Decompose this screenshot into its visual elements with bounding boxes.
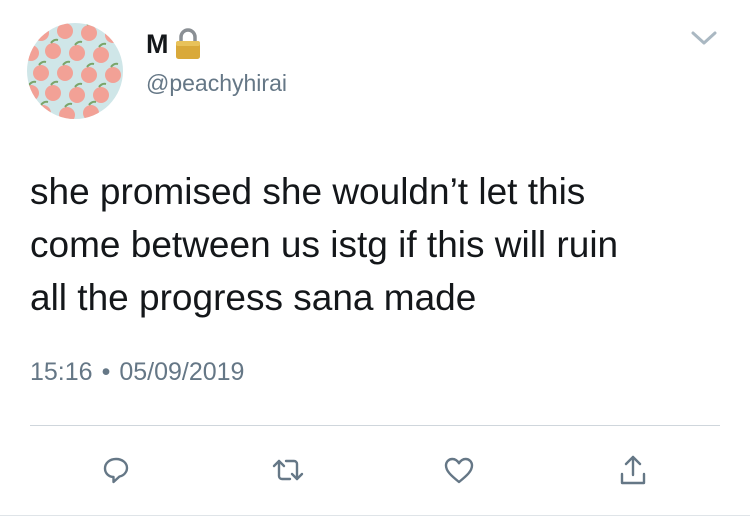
like-button[interactable]	[437, 450, 481, 494]
reply-button[interactable]	[94, 450, 138, 494]
action-bar	[0, 450, 750, 494]
retweet-button[interactable]	[266, 450, 310, 494]
tweet-text: she promised she wouldn’t let this come …	[30, 171, 619, 318]
divider	[30, 425, 720, 426]
tweet-timestamp[interactable]: 15:16 • 05/09/2019	[30, 358, 244, 387]
avatar-image	[27, 23, 123, 119]
retweet-icon	[271, 455, 305, 490]
lock-icon	[173, 27, 203, 61]
user-handle[interactable]: @peachyhirai	[146, 70, 287, 97]
display-name[interactable]: M	[146, 29, 169, 60]
chevron-down-icon[interactable]	[686, 24, 722, 52]
share-button[interactable]	[611, 450, 655, 494]
share-icon	[618, 454, 648, 491]
tweet-date: 05/09/2019	[119, 358, 245, 386]
separator-dot: •	[101, 358, 111, 386]
tweet-time: 15:16	[30, 358, 93, 386]
reply-icon	[101, 455, 131, 490]
bottom-border	[0, 515, 750, 516]
display-name-row: M	[146, 24, 203, 64]
avatar[interactable]	[27, 23, 123, 119]
tweet-card: M @peachyhirai she promised she wouldn’t…	[0, 0, 750, 518]
heart-icon	[443, 455, 475, 490]
